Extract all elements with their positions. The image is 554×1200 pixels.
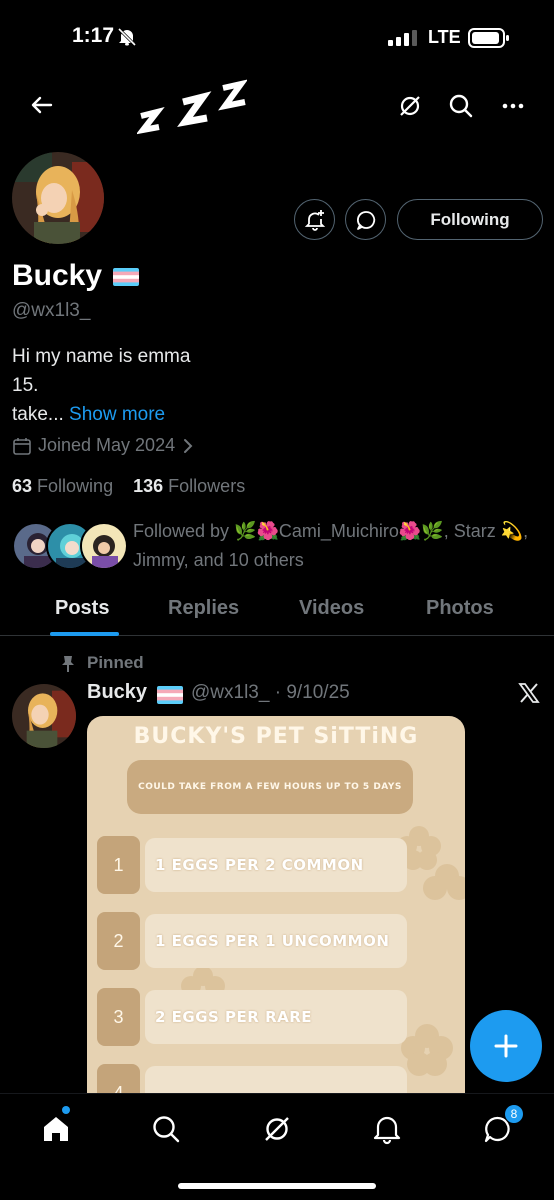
trans-flag-icon <box>113 268 139 286</box>
following-count: 63 <box>12 476 33 496</box>
joined-date-row[interactable]: Joined May 2024 <box>12 435 195 456</box>
tab-videos[interactable]: Videos <box>299 597 364 620</box>
sleeping-zzz-icon <box>137 79 247 135</box>
bio-line: Hi my name is emma <box>12 346 191 367</box>
notifications-bell-icon[interactable] <box>370 1112 404 1146</box>
network-type: LTE <box>428 27 461 47</box>
row-number: 1 <box>97 836 140 894</box>
search-icon[interactable] <box>149 1112 183 1146</box>
back-arrow-icon[interactable] <box>27 90 57 120</box>
media-subtitle: COULD TAKE FROM A FEW HOURS UP TO 5 DAYS <box>127 760 413 814</box>
chevron-right-icon <box>184 438 193 453</box>
media-list-row: 3 2 EGGS PER RARE <box>97 988 407 1046</box>
bell-muted-icon <box>117 27 137 47</box>
profile-tabs: Posts Replies Videos Photos <box>0 590 554 636</box>
row-text: 1 EGGS PER 1 UNCOMMON <box>145 914 407 968</box>
tab-photos[interactable]: Photos <box>426 597 494 620</box>
active-tab-indicator <box>50 632 119 636</box>
row-text: 2 EGGS PER RARE <box>145 990 407 1044</box>
media-list-row: 4 <box>97 1064 407 1096</box>
profile-avatar[interactable] <box>10 150 106 246</box>
profile-bio: Hi my name is emma 15. take... Show more <box>12 342 190 429</box>
following-button[interactable]: Following <box>397 199 543 240</box>
tab-replies[interactable]: Replies <box>168 597 239 620</box>
chat-bubble-icon <box>356 210 375 230</box>
x-logo-icon[interactable] <box>518 682 540 704</box>
display-name: Bucky <box>12 259 103 292</box>
tab-posts[interactable]: Posts <box>55 597 109 620</box>
row-number: 2 <box>97 912 140 970</box>
followed-by-text[interactable]: Followed by 🌿🌺Cami_Muichiro🌺🌿, Starz 💫, … <box>133 517 543 575</box>
more-options-icon[interactable] <box>499 92 527 120</box>
home-icon[interactable] <box>39 1112 73 1146</box>
status-time: 1:17 <box>72 24 115 47</box>
bio-line: take... Show more <box>12 400 190 429</box>
bio-line: take... <box>12 404 64 425</box>
compose-post-button[interactable] <box>470 1010 542 1082</box>
pinned-label: Pinned <box>87 653 144 672</box>
message-button[interactable] <box>345 199 386 240</box>
followers-label: Followers <box>168 476 246 496</box>
media-list-row: 1 1 EGGS PER 2 COMMON <box>97 836 407 894</box>
trans-flag-icon <box>157 686 183 704</box>
grok-icon[interactable] <box>260 1112 294 1146</box>
signal-icon <box>388 30 417 46</box>
tweet-author-name[interactable]: Bucky <box>87 681 147 704</box>
battery-icon <box>468 28 509 48</box>
tweet-media-image[interactable]: BUCKY'S PET SiTTiNG COULD TAKE FROM A FE… <box>87 716 465 1096</box>
pin-icon <box>62 656 74 672</box>
joined-date: Joined May 2024 <box>38 435 176 455</box>
following-link[interactable]: 63 Following <box>12 476 113 496</box>
messages-badge: 8 <box>504 1104 524 1124</box>
row-number: 4 <box>97 1064 140 1096</box>
plus-icon <box>494 1034 518 1058</box>
followed-by-avatars[interactable] <box>12 522 128 572</box>
followers-link[interactable]: 136 Followers <box>133 476 245 496</box>
home-unread-dot <box>62 1106 70 1114</box>
row-number: 3 <box>97 988 140 1046</box>
follow-counts: 63 Following 136 Followers <box>12 476 245 497</box>
tweet-handle-date: @wx1l3_ · 9/10/25 <box>191 682 350 703</box>
media-title: BUCKY'S PET SiTTiNG <box>133 724 419 749</box>
show-more-link[interactable]: Show more <box>69 404 165 425</box>
follower-avatar <box>80 522 128 570</box>
search-icon[interactable] <box>447 92 475 120</box>
calendar-icon <box>13 437 31 455</box>
bio-line: 15. <box>12 375 39 396</box>
following-label: Following <box>37 476 114 496</box>
tweet-avatar[interactable] <box>12 684 76 748</box>
notify-bell-button[interactable] <box>294 199 335 240</box>
media-list-row: 2 1 EGGS PER 1 UNCOMMON <box>97 912 407 970</box>
home-indicator <box>178 1183 376 1189</box>
followers-count: 136 <box>133 476 164 496</box>
row-text <box>145 1066 407 1096</box>
bell-plus-icon <box>304 209 325 231</box>
profile-handle: @wx1l3_ <box>12 300 91 321</box>
row-text: 1 EGGS PER 2 COMMON <box>145 838 407 892</box>
grok-icon[interactable] <box>396 92 424 120</box>
